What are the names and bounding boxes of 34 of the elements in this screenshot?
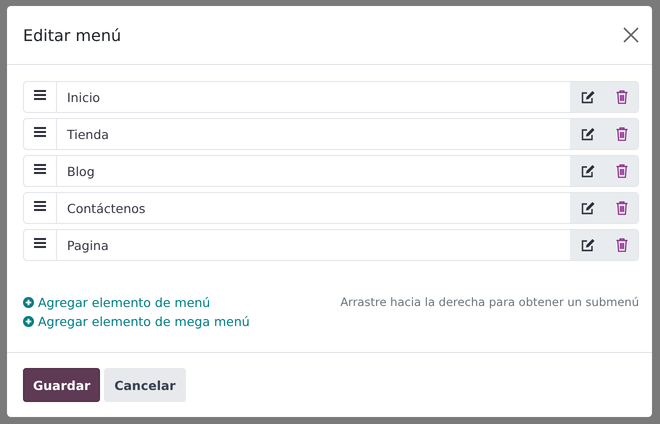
cancel-button[interactable]: Cancelar: [104, 368, 186, 402]
dialog-title: Editar menú: [23, 26, 122, 44]
drag-handle-icon[interactable]: [34, 238, 46, 248]
plus-circle-icon: [23, 297, 34, 308]
menu-item-label: Inicio: [66, 90, 102, 104]
edit-icon: [580, 238, 594, 252]
edit-icon: [580, 90, 594, 104]
trash-icon: [616, 90, 628, 104]
menu-item-label: Tienda: [66, 126, 110, 142]
submenu-hint: Arrastre hacia la derecha para obtener un submenú: [340, 295, 639, 311]
edit-icon: [580, 201, 594, 215]
edit-icon: [580, 164, 594, 178]
close-icon[interactable]: [623, 27, 639, 43]
menu-item-row[interactable]: Contáctenos: [23, 192, 639, 224]
add-menu-item-link[interactable]: Agregar elemento de menú: [23, 295, 250, 310]
menu-item-row[interactable]: Pagina: [23, 229, 639, 261]
drag-handle-icon[interactable]: [34, 127, 46, 137]
menu-item-row[interactable]: Blog: [23, 155, 639, 187]
menu-item-label: Pagina: [66, 238, 110, 252]
save-button[interactable]: Guardar: [23, 368, 100, 402]
menu-item-label: Blog: [66, 164, 96, 178]
menu-item-row[interactable]: Inicio: [23, 81, 639, 113]
trash-icon: [616, 201, 628, 215]
edit-icon: [580, 127, 594, 141]
plus-circle-icon: [23, 316, 34, 327]
menu-item-row[interactable]: Tienda: [23, 118, 639, 150]
trash-icon: [616, 127, 628, 141]
trash-icon: [616, 164, 628, 178]
drag-handle-icon[interactable]: [34, 90, 46, 100]
menu-item-label: Contáctenos: [66, 200, 146, 216]
drag-handle-icon[interactable]: [34, 164, 46, 174]
add-menu-item-link[interactable]: Agregar elemento de mega menú: [23, 314, 250, 329]
drag-handle-icon[interactable]: [34, 201, 46, 211]
trash-icon: [616, 238, 628, 252]
